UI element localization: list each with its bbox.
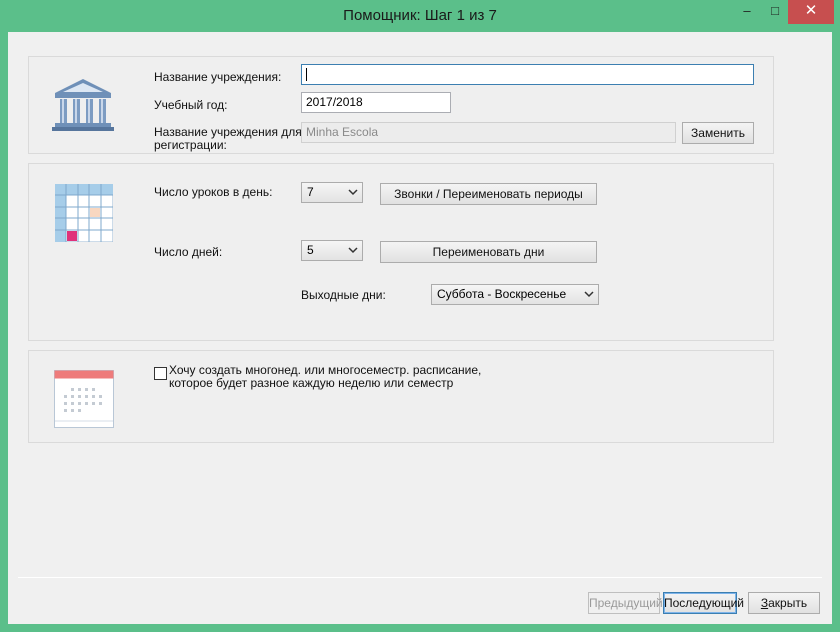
registration-name-field: Minha Escola (301, 122, 676, 143)
multiweek-text-line1[interactable]: Хочу создать многонед. или многосеместр.… (169, 363, 481, 377)
multiweek-panel: Хочу создать многонед. или многосеместр.… (28, 350, 774, 443)
weekend-days-label: Выходные дни: (301, 288, 386, 302)
days-count-value: 5 (307, 243, 314, 257)
institution-name-label: Название учреждения: (154, 70, 282, 84)
chevron-down-icon (348, 247, 358, 254)
text-caret (306, 68, 307, 81)
previous-button: Предыдущий (588, 592, 663, 614)
institution-building-icon (52, 79, 114, 131)
multiweek-checkbox[interactable] (154, 367, 167, 380)
footer-separator (18, 577, 822, 578)
weekend-days-value: Суббота - Воскресенье (437, 287, 567, 301)
close-window-button[interactable]: ✕ (788, 0, 834, 24)
registration-name-label-line1: Название учреждения для (154, 125, 302, 139)
client-area: Название учреждения: Учебный год: 2017/2… (8, 32, 832, 624)
window-title: Помощник: Шаг 1 из 7 (343, 7, 497, 24)
calendar-icon (54, 370, 114, 428)
institution-panel: Название учреждения: Учебный год: 2017/2… (28, 56, 774, 154)
title-bar[interactable]: Помощник: Шаг 1 из 7 – □ ✕ (0, 0, 840, 32)
close-button-label: акрыть (768, 596, 808, 610)
minimize-button[interactable]: – (733, 0, 761, 24)
maximize-button[interactable]: □ (761, 0, 789, 24)
close-button[interactable]: Закрыть (748, 592, 820, 614)
school-year-field[interactable]: 2017/2018 (301, 92, 451, 113)
weekend-days-select[interactable]: Суббота - Воскресенье (431, 284, 599, 305)
school-year-label: Учебный год: (154, 98, 228, 112)
chevron-down-icon (584, 291, 594, 298)
replace-button[interactable]: Заменить (682, 122, 754, 144)
lessons-per-day-select[interactable]: 7 (301, 182, 363, 203)
days-count-label: Число дней: (154, 245, 223, 259)
next-button[interactable]: Последующий (663, 592, 744, 614)
schedule-panel: Число уроков в день: 7 Звонки / Переимен… (28, 163, 774, 341)
chevron-down-icon (348, 189, 358, 196)
institution-name-field[interactable] (301, 64, 754, 85)
timetable-grid-icon (55, 184, 113, 242)
days-count-select[interactable]: 5 (301, 240, 363, 261)
multiweek-text-line2[interactable]: которое будет разное каждую неделю или с… (169, 376, 453, 390)
bells-rename-periods-button[interactable]: Звонки / Переименовать периоды (380, 183, 597, 205)
registration-name-label-line2: регистрации: (154, 138, 227, 152)
lessons-per-day-value: 7 (307, 185, 314, 199)
wizard-window: Помощник: Шаг 1 из 7 – □ ✕ Название учре… (0, 0, 840, 632)
lessons-per-day-label: Число уроков в день: (154, 185, 273, 199)
rename-days-button[interactable]: Переименовать дни (380, 241, 597, 263)
